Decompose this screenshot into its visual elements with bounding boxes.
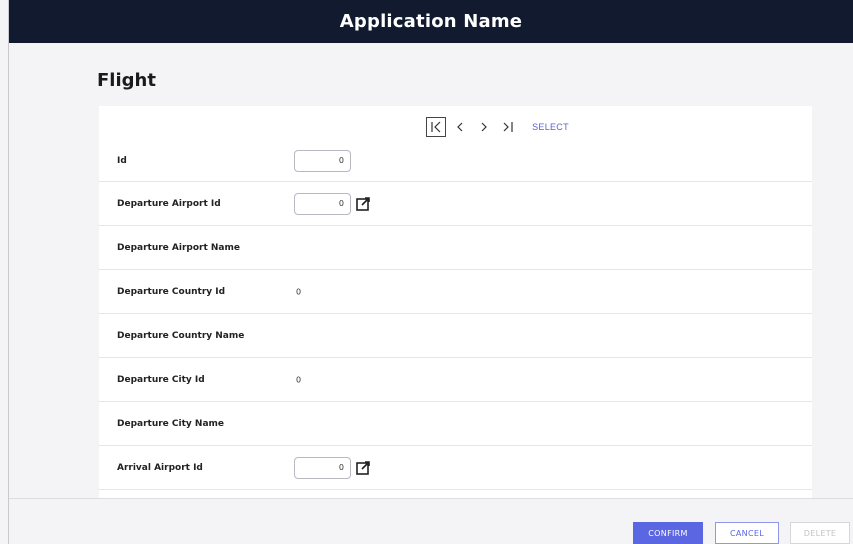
form-row-departure-airport-id: Departure Airport Id 0: [99, 182, 812, 226]
field-label: Id: [117, 155, 127, 166]
confirm-button[interactable]: CONFIRM: [633, 522, 703, 544]
departure-country-id-value: 0: [296, 287, 302, 296]
form-row-departure-airport-name: Departure Airport Name: [99, 226, 812, 270]
form-card: SELECT Id 0 Departure Airport Id 0 Depar…: [99, 106, 812, 498]
edit-link-icon[interactable]: [356, 196, 370, 211]
form-row-departure-city-id: Departure City Id 0: [99, 358, 812, 402]
form-row-departure-country-name: Departure Country Name: [99, 314, 812, 358]
select-link[interactable]: SELECT: [532, 122, 569, 132]
departure-city-id-value: 0: [296, 375, 302, 384]
id-input[interactable]: 0: [294, 149, 351, 172]
action-footer: CONFIRM CANCEL DELETE: [9, 498, 853, 544]
form-rows: Id 0 Departure Airport Id 0 Departure Ai…: [99, 140, 812, 498]
edit-link-icon[interactable]: [356, 460, 370, 475]
last-record-icon[interactable]: [498, 117, 518, 137]
field-label: Departure Airport Id: [117, 198, 221, 209]
arrival-airport-id-input[interactable]: 0: [294, 456, 351, 479]
record-navigation: SELECT: [99, 116, 812, 138]
field-label: Departure City Name: [117, 418, 224, 429]
delete-button[interactable]: DELETE: [790, 522, 850, 544]
field-label: Departure Airport Name: [117, 242, 240, 253]
next-icon[interactable]: [474, 117, 494, 137]
form-row-departure-country-id: Departure Country Id 0: [99, 270, 812, 314]
form-row-id: Id 0: [99, 140, 812, 182]
first-record-icon[interactable]: [426, 117, 447, 137]
cancel-button[interactable]: CANCEL: [715, 522, 779, 544]
form-row-partial: [99, 490, 812, 498]
field-label: Departure Country Id: [117, 286, 226, 297]
page-title: Flight: [97, 70, 156, 91]
form-row-arrival-airport-id: Arrival Airport Id 0: [99, 446, 812, 490]
app-frame: Application Name Flight SELECT Id 0 Depa…: [8, 0, 853, 544]
app-title: Application Name: [339, 11, 523, 32]
previous-icon[interactable]: [450, 117, 470, 137]
app-header: Application Name: [9, 0, 853, 43]
field-label: Arrival Airport Id: [117, 462, 203, 473]
departure-airport-id-input[interactable]: 0: [294, 192, 351, 215]
field-label: Departure City Id: [117, 374, 205, 385]
form-row-departure-city-name: Departure City Name: [99, 402, 812, 446]
field-label: Departure Country Name: [117, 330, 245, 341]
